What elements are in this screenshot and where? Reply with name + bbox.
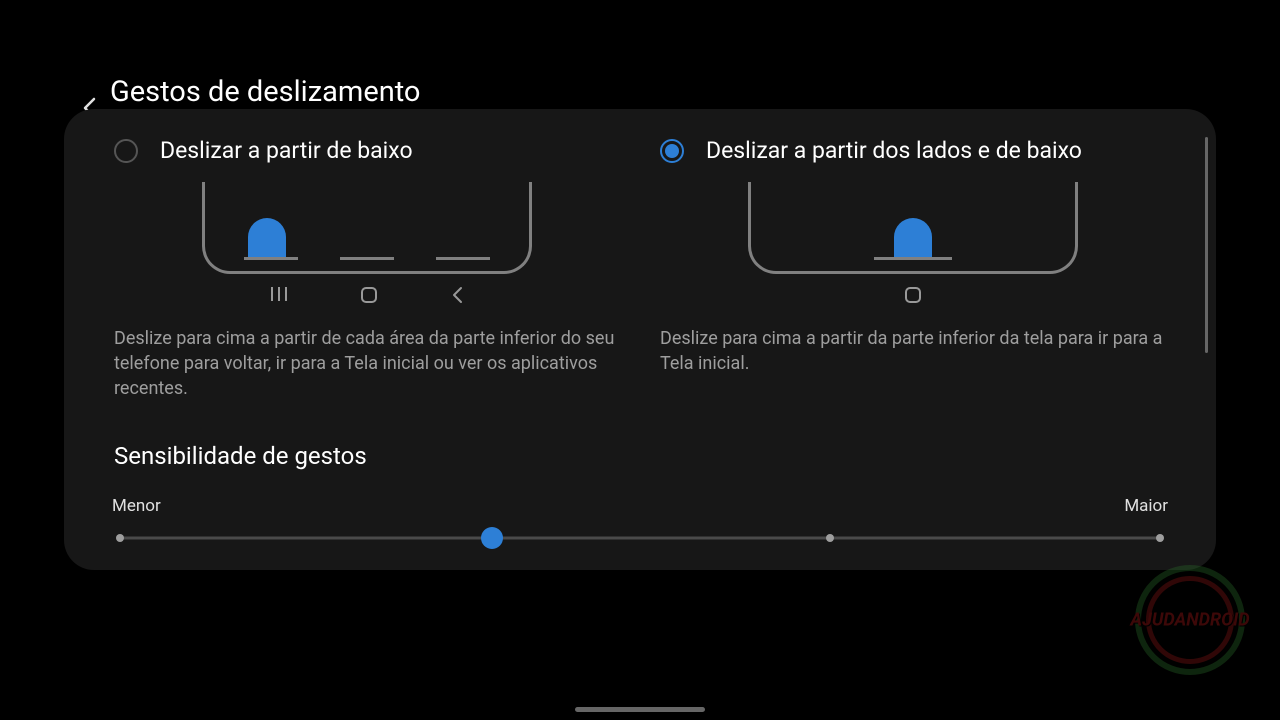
home-icon [360, 286, 378, 304]
slider-max-label: Maior [1124, 496, 1168, 516]
phone-illustration-bottom [202, 182, 532, 274]
phone-illustration-sides [748, 182, 1078, 274]
slider-min-label: Menor [112, 496, 161, 516]
option-label: Deslizar a partir dos lados e de baixo [706, 137, 1082, 164]
option-description: Deslize para cima a partir de cada área … [114, 326, 620, 402]
home-icon [904, 286, 922, 304]
radio-swipe-from-bottom[interactable] [114, 139, 138, 163]
option-label: Deslizar a partir de baixo [160, 137, 413, 164]
watermark: AJUDANDROID [1130, 560, 1250, 680]
back-nav-icon [450, 286, 464, 304]
option-swipe-from-sides-bottom[interactable]: Deslizar a partir dos lados e de baixo D… [640, 137, 1186, 402]
option-swipe-from-bottom[interactable]: Deslizar a partir de baixo Deslize para … [94, 137, 640, 402]
slider-thumb[interactable] [481, 527, 503, 549]
settings-panel: Deslizar a partir de baixo Deslize para … [64, 109, 1216, 570]
recents-icon [270, 286, 288, 302]
sensitivity-title: Sensibilidade de gestos [114, 442, 1168, 470]
scrollbar[interactable] [1205, 137, 1208, 353]
sensitivity-slider[interactable] [112, 526, 1168, 550]
radio-swipe-from-sides-bottom[interactable] [660, 139, 684, 163]
page-title: Gestos de deslizamento [110, 75, 1216, 109]
nav-handle[interactable] [575, 707, 705, 712]
sensitivity-section: Sensibilidade de gestos Menor Maior [94, 442, 1186, 550]
option-description: Deslize para cima a partir da parte infe… [660, 326, 1166, 376]
